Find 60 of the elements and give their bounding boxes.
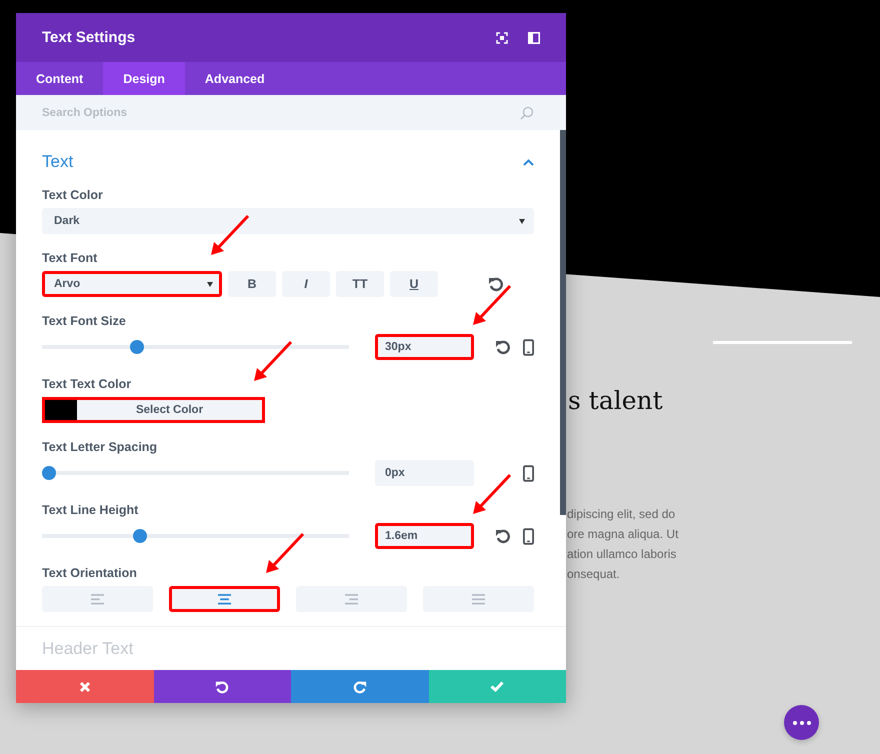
italic-button[interactable]: I — [282, 271, 330, 297]
caret-icon — [519, 218, 525, 224]
caret-icon — [207, 282, 213, 286]
setting-label: Text Font Size — [42, 313, 127, 330]
value-field[interactable]: 0px — [375, 460, 474, 486]
reset-icon[interactable] — [488, 276, 504, 292]
color-swatch[interactable] — [45, 400, 77, 420]
undo-icon — [215, 680, 230, 694]
select-color-button[interactable]: Select Color — [77, 400, 262, 420]
align-right-icon — [345, 594, 358, 604]
phone-icon[interactable] — [523, 464, 534, 482]
page-paragraph-line: ation ullamco laboris — [567, 546, 678, 563]
page-heading: s talent — [568, 386, 663, 415]
tab[interactable]: Content — [16, 62, 104, 95]
phone-icon[interactable] — [523, 338, 534, 356]
color-picker[interactable]: Select Color — [42, 397, 265, 423]
redo-icon — [352, 680, 367, 694]
setting-label: Text Text Color — [42, 376, 132, 393]
pointer-arrow — [265, 532, 305, 574]
align-justify-icon — [472, 594, 485, 604]
setting-label: Text Orientation — [42, 565, 138, 582]
more-icon — [792, 720, 810, 724]
section-title[interactable]: Text — [42, 152, 74, 172]
check-icon — [490, 681, 504, 692]
pointer-arrow — [210, 214, 250, 256]
search-field[interactable]: Search Options — [16, 95, 566, 130]
setting-label: Text Line Height — [42, 502, 140, 519]
fullscreen-icon[interactable] — [496, 32, 508, 44]
phone-icon[interactable] — [523, 528, 534, 544]
slider-thumb[interactable] — [130, 340, 144, 354]
tab[interactable]: Advanced — [184, 62, 285, 95]
scrollbar[interactable] — [560, 130, 566, 515]
value-field[interactable]: 1.6em — [375, 523, 474, 549]
pointer-arrow — [472, 284, 512, 326]
slider-thumb[interactable] — [132, 529, 147, 543]
slider-thumb[interactable] — [42, 466, 56, 480]
reset-icon[interactable] — [495, 528, 511, 544]
align-left-icon — [91, 594, 104, 604]
chevron-icon[interactable] — [523, 158, 534, 166]
underline-button[interactable]: U — [390, 271, 438, 297]
bold-button[interactable]: B — [228, 271, 276, 297]
page-paragraph-line: onsequat. — [567, 566, 621, 583]
page-paragraph-line: ore magna aliqua. Ut — [567, 526, 678, 543]
font-select[interactable]: Arvo — [42, 271, 222, 297]
pointer-arrow — [472, 473, 512, 515]
value-field[interactable]: 30px — [375, 334, 474, 360]
undo-button[interactable] — [154, 670, 291, 703]
pointer-arrow — [253, 340, 293, 382]
close-icon — [78, 680, 91, 692]
align-center-icon — [218, 594, 231, 604]
reset-icon[interactable] — [495, 339, 511, 355]
setting-label: Text Color — [42, 187, 104, 204]
caps-button[interactable]: TT — [336, 271, 384, 297]
setting-label: Text Font — [42, 250, 98, 267]
page-paragraph-line: dipiscing elit, sed do — [567, 506, 676, 523]
window-title: Text Settings — [42, 29, 136, 46]
setting-label: Text Letter Spacing — [42, 439, 158, 456]
select-field[interactable]: Dark — [42, 208, 534, 234]
sidebar-icon[interactable] — [528, 32, 540, 44]
tab[interactable]: Design — [103, 62, 185, 95]
